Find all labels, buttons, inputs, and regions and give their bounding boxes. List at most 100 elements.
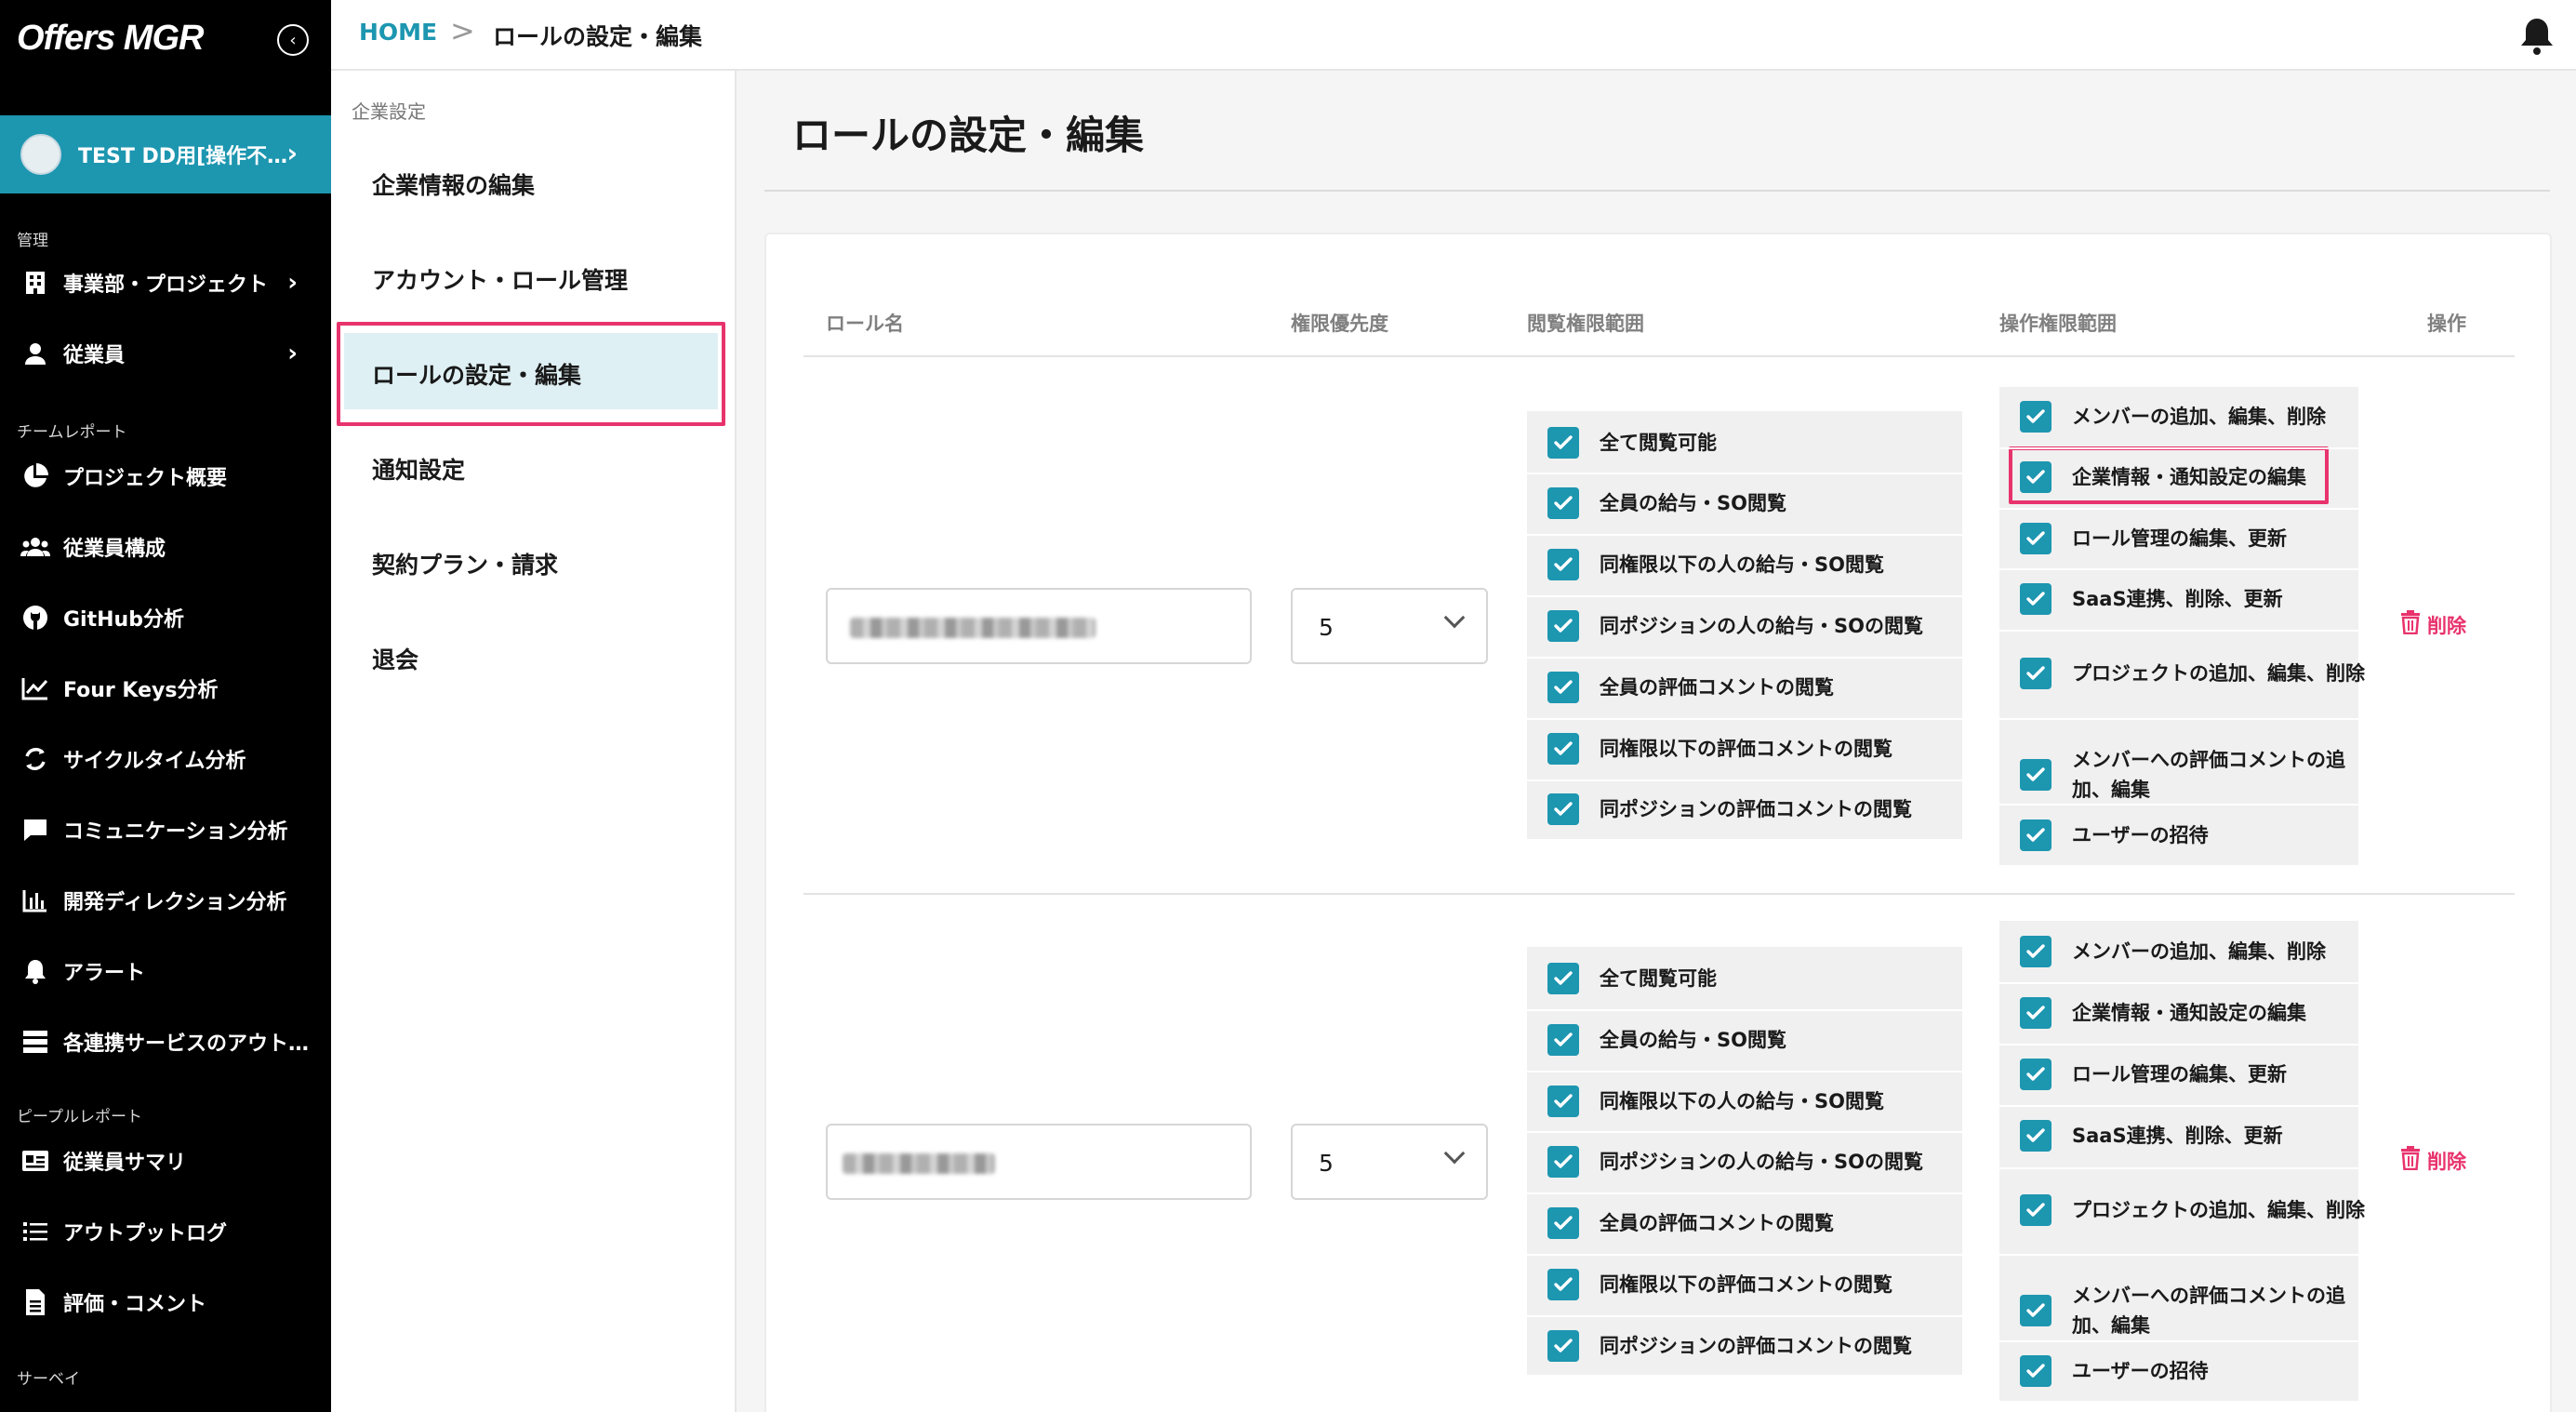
checkbox-checked-icon[interactable] [1547, 1330, 1579, 1362]
redacted-text [850, 618, 1095, 638]
checkbox-checked-icon[interactable] [2020, 461, 2052, 493]
divider [1999, 1167, 2358, 1169]
view-permission-checkbox[interactable]: 全員の評価コメントの閲覧 [1527, 672, 1834, 703]
checkbox-checked-icon[interactable] [1547, 427, 1579, 459]
checkbox-checked-icon[interactable] [1547, 793, 1579, 825]
sidebar-item-output-log[interactable]: アウトプットログ [0, 1206, 331, 1258]
sidebar-item-evaluation-comment[interactable]: 評価・コメント [0, 1276, 331, 1328]
view-permission-checkbox[interactable]: 全員の評価コメントの閲覧 [1527, 1207, 1834, 1239]
view-permission-checkbox[interactable]: 全て閲覧可能 [1527, 427, 1717, 459]
op-permission-checkbox[interactable]: ユーザーの招待 [1999, 819, 2209, 851]
op-permission-checkbox[interactable]: メンバーへの評価コメントの追加、編集 [1999, 745, 2366, 805]
checkbox-checked-icon[interactable] [2020, 523, 2052, 554]
sidebar-item-github[interactable]: GitHub分析 [0, 592, 331, 644]
checkbox-checked-icon[interactable] [1547, 487, 1579, 519]
notification-bell-icon[interactable] [2518, 15, 2556, 56]
delete-button[interactable]: 削除 [2399, 1146, 2466, 1175]
checkbox-checked-icon[interactable] [2020, 936, 2052, 967]
op-permission-checkbox[interactable]: メンバーの追加、編集、削除 [1999, 401, 2326, 433]
op-permission-checkbox[interactable]: プロジェクトの追加、編集、削除 [1999, 658, 2366, 689]
checkbox-checked-icon[interactable] [1547, 549, 1579, 580]
view-permission-checkbox[interactable]: 同ポジションの人の給与・SOの閲覧 [1527, 1146, 1923, 1178]
settings-nav-account-role[interactable]: アカウント・ロール管理 [372, 262, 628, 296]
delete-button[interactable]: 削除 [2399, 610, 2466, 639]
checkbox-checked-icon[interactable] [2020, 1120, 2052, 1152]
op-permission-checkbox[interactable]: SaaS連携、削除、更新 [1999, 583, 2283, 615]
op-permission-checkbox[interactable]: メンバーへの評価コメントの追加、編集 [1999, 1281, 2366, 1340]
divider [803, 893, 2515, 895]
priority-select[interactable]: 5 [1291, 1124, 1488, 1200]
sidebar-item-employee-composition[interactable]: 従業員構成 [0, 521, 331, 573]
sidebar-item-integration-output[interactable]: 各連携サービスのアウト… [0, 1016, 331, 1068]
checkbox-checked-icon[interactable] [2020, 583, 2052, 615]
checkbox-checked-icon[interactable] [2020, 401, 2052, 433]
checkbox-checked-icon[interactable] [2020, 819, 2052, 851]
sidebar-item-employee-summary[interactable]: 従業員サマリ [0, 1135, 331, 1187]
view-permission-checkbox[interactable]: 同ポジションの人の給与・SOの閲覧 [1527, 610, 1923, 642]
view-permission-checkbox[interactable]: 全員の給与・SO閲覧 [1527, 1024, 1786, 1056]
permission-label: ロール管理の編集、更新 [2072, 1063, 2287, 1086]
op-permission-checkbox[interactable]: プロジェクトの追加、編集、削除 [1999, 1194, 2366, 1226]
op-permission-checkbox[interactable]: ユーザーの招待 [1999, 1355, 2209, 1387]
checkbox-checked-icon[interactable] [1547, 1146, 1579, 1178]
settings-nav-withdraw[interactable]: 退会 [372, 642, 418, 675]
priority-select[interactable]: 5 [1291, 588, 1488, 664]
op-permission-checkbox[interactable]: 企業情報・通知設定の編集 [1999, 997, 2306, 1029]
sidebar-item-dev-direction[interactable]: 開発ディレクション分析 [0, 874, 331, 926]
delete-label: 削除 [2427, 614, 2466, 637]
divider [1527, 1192, 1962, 1194]
op-permission-checkbox[interactable]: メンバーの追加、編集、削除 [1999, 936, 2326, 967]
breadcrumb-home[interactable]: HOME [359, 19, 437, 46]
view-permission-checkbox[interactable]: 全て閲覧可能 [1527, 963, 1717, 994]
checkbox-checked-icon[interactable] [1547, 1269, 1579, 1300]
view-permission-checkbox[interactable]: 全員の給与・SO閲覧 [1527, 487, 1786, 519]
app-logo[interactable]: Offers MGR [17, 19, 204, 59]
role-name-input[interactable] [826, 588, 1252, 664]
view-permission-checkbox[interactable]: 同権限以下の人の給与・SO閲覧 [1527, 1086, 1884, 1117]
collapse-sidebar-button[interactable]: ‹ [277, 24, 309, 56]
checkbox-checked-icon[interactable] [2020, 1194, 2052, 1226]
checkbox-checked-icon[interactable] [1547, 672, 1579, 703]
checkbox-checked-icon[interactable] [1547, 1207, 1579, 1239]
checkbox-checked-icon[interactable] [2020, 759, 2052, 791]
priority-value: 5 [1319, 1150, 1334, 1177]
settings-nav-plan-billing[interactable]: 契約プラン・請求 [372, 547, 558, 580]
view-permission-checkbox[interactable]: 同ポジションの評価コメントの閲覧 [1527, 793, 1912, 825]
op-permission-checkbox[interactable]: ロール管理の編集、更新 [1999, 1059, 2287, 1090]
settings-nav-notification[interactable]: 通知設定 [372, 452, 465, 486]
checkbox-checked-icon[interactable] [1547, 733, 1579, 765]
sidebar-item-communication[interactable]: コミュニケーション分析 [0, 804, 331, 856]
role-name-input[interactable] [826, 1124, 1252, 1200]
sidebar-item-cycle-time[interactable]: サイクルタイム分析 [0, 733, 331, 785]
chat-icon [20, 815, 50, 845]
breadcrumb-current: ロールの設定・編集 [493, 23, 703, 50]
checkbox-checked-icon[interactable] [1547, 1024, 1579, 1056]
settings-nav-company-info[interactable]: 企業情報の編集 [372, 167, 535, 201]
checkbox-checked-icon[interactable] [1547, 610, 1579, 642]
checkbox-checked-icon[interactable] [2020, 1059, 2052, 1090]
sidebar-item-division-project[interactable]: 事業部・プロジェクト › [0, 257, 331, 309]
view-permission-checkbox[interactable]: 同ポジションの評価コメントの閲覧 [1527, 1330, 1912, 1362]
view-permission-checkbox[interactable]: 同権限以下の人の給与・SO閲覧 [1527, 549, 1884, 580]
chevron-right-icon: > [450, 13, 475, 48]
checkbox-checked-icon[interactable] [2020, 1355, 2052, 1387]
permission-label: 企業情報・通知設定の編集 [2072, 466, 2306, 488]
op-permission-checkbox[interactable]: SaaS連携、削除、更新 [1999, 1120, 2283, 1152]
priority-value: 5 [1319, 614, 1334, 641]
divider [1999, 568, 2358, 570]
checkbox-checked-icon[interactable] [2020, 658, 2052, 689]
checkbox-checked-icon[interactable] [2020, 997, 2052, 1029]
sidebar-item-label: 事業部・プロジェクト [63, 273, 269, 297]
op-permission-checkbox[interactable]: 企業情報・通知設定の編集 [1999, 461, 2306, 493]
sidebar-item-employees[interactable]: 従業員 › [0, 327, 331, 380]
checkbox-checked-icon[interactable] [2020, 1295, 2052, 1326]
sidebar-item-four-keys[interactable]: Four Keys分析 [0, 662, 331, 714]
checkbox-checked-icon[interactable] [1547, 963, 1579, 994]
view-permission-checkbox[interactable]: 同権限以下の評価コメントの閲覧 [1527, 1269, 1892, 1300]
view-permission-checkbox[interactable]: 同権限以下の評価コメントの閲覧 [1527, 733, 1892, 765]
sidebar-item-project-overview[interactable]: プロジェクト概要 [0, 450, 331, 502]
checkbox-checked-icon[interactable] [1547, 1086, 1579, 1117]
op-permission-checkbox[interactable]: ロール管理の編集、更新 [1999, 523, 2287, 554]
sidebar-item-alert[interactable]: アラート [0, 945, 331, 997]
user-switcher[interactable]: TEST DD用[操作不… › [0, 115, 331, 193]
